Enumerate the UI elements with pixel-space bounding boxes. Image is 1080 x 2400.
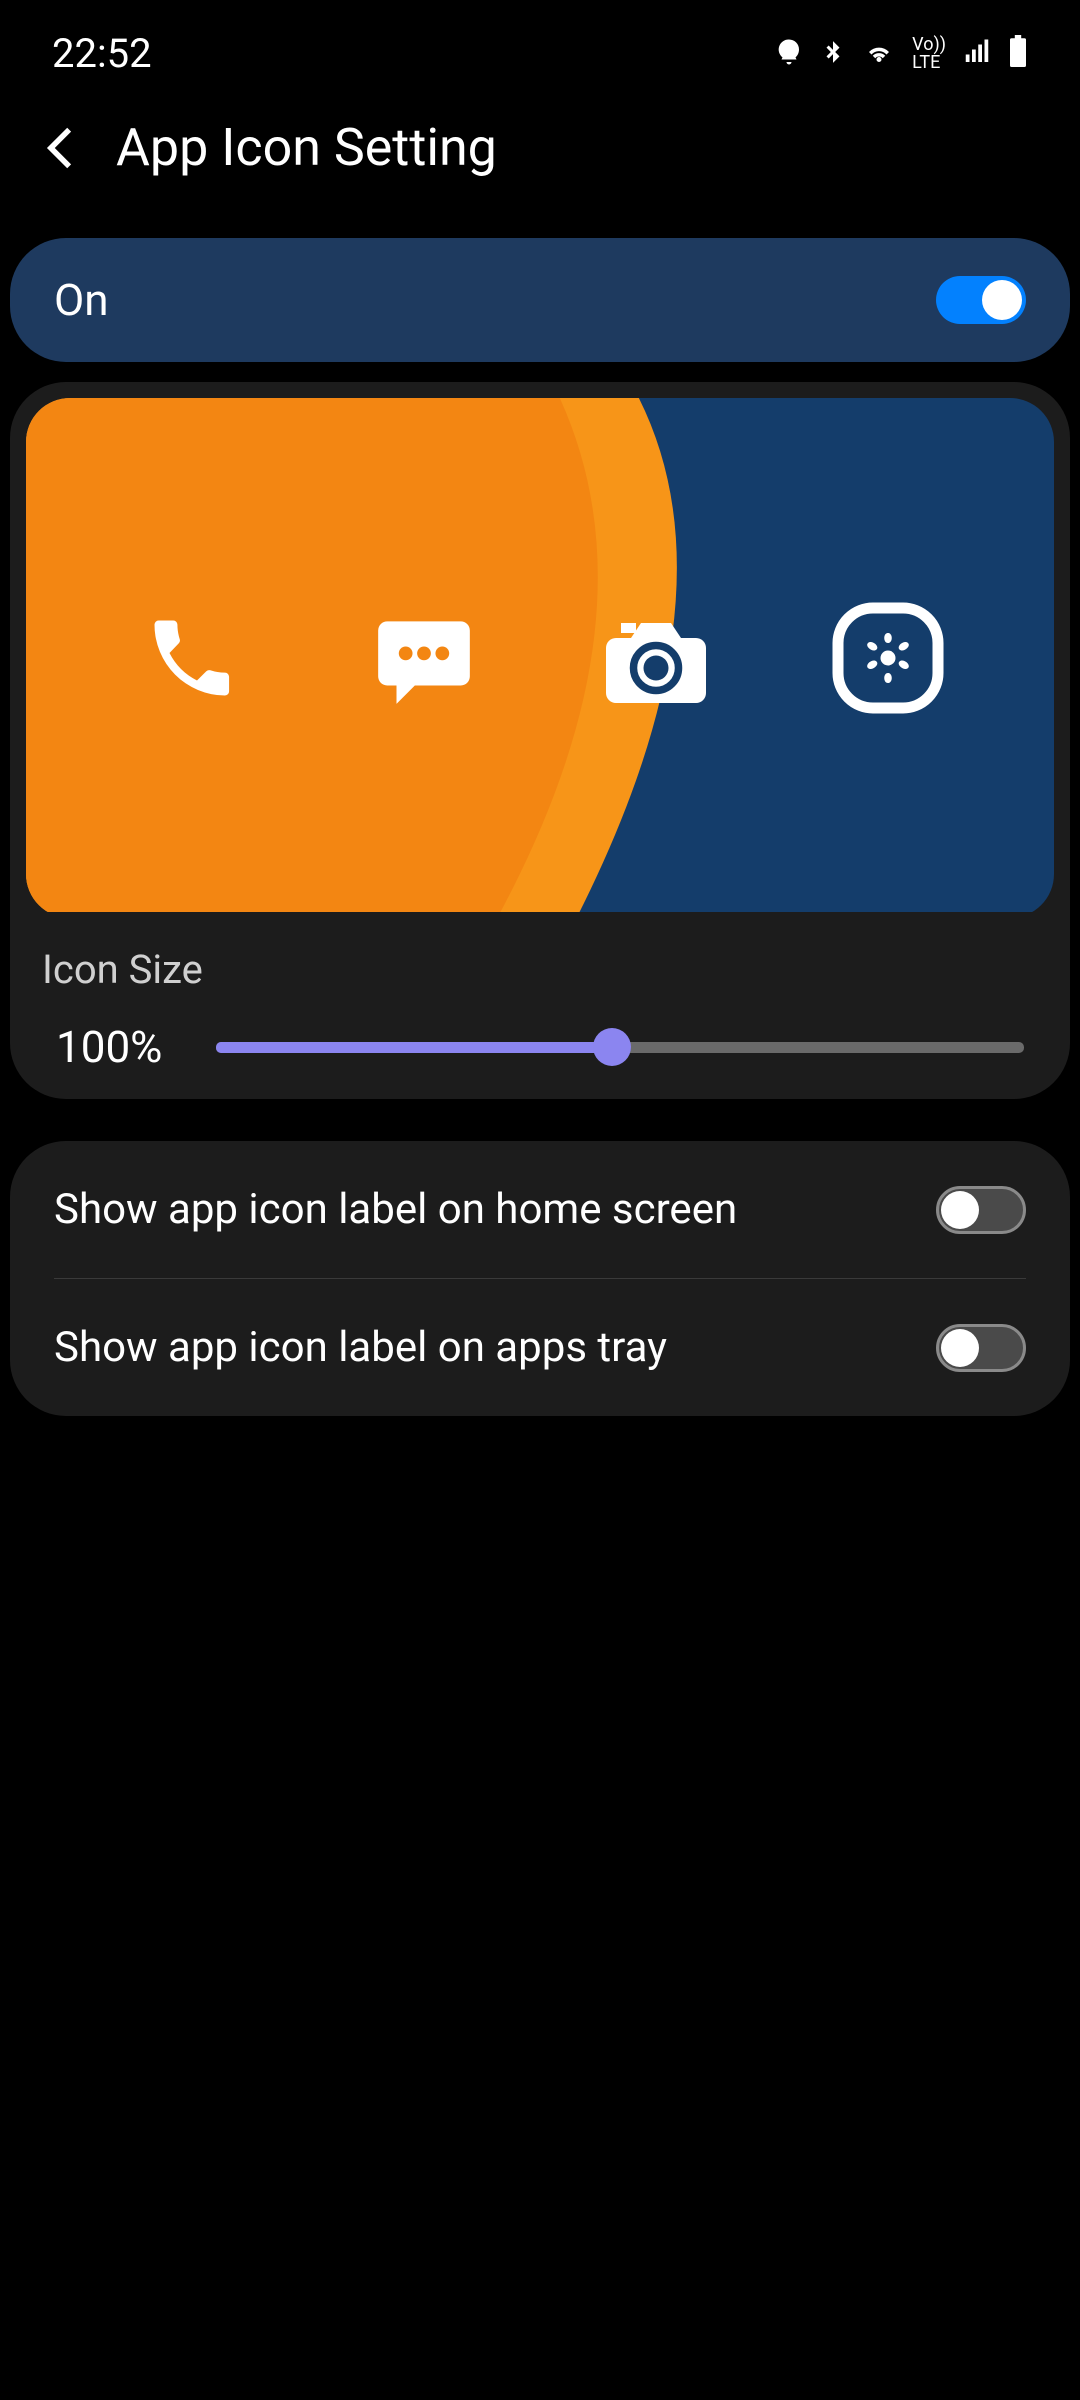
status-bar: 22:52 Vo))LTE bbox=[0, 0, 1080, 97]
camera-icon bbox=[596, 598, 716, 718]
signal-icon bbox=[962, 30, 992, 77]
bluetooth-icon bbox=[820, 30, 846, 77]
icon-size-value: 100% bbox=[56, 1021, 186, 1073]
status-icons: Vo))LTE bbox=[774, 30, 1028, 77]
apps-tray-label-toggle[interactable] bbox=[936, 1324, 1026, 1372]
wifi-icon bbox=[862, 30, 896, 77]
messages-icon bbox=[364, 598, 484, 718]
alarm-icon bbox=[774, 30, 804, 77]
home-screen-label-row[interactable]: Show app icon label on home screen bbox=[10, 1141, 1070, 1278]
volte-icon: Vo))LTE bbox=[912, 36, 946, 72]
icon-size-section: Icon Size 100% bbox=[26, 918, 1054, 1083]
apps-tray-label-row[interactable]: Show app icon label on apps tray bbox=[10, 1279, 1070, 1416]
status-time: 22:52 bbox=[52, 30, 152, 77]
gallery-icon bbox=[828, 598, 948, 718]
home-screen-label-text: Show app icon label on home screen bbox=[54, 1185, 737, 1234]
preview-card: Icon Size 100% bbox=[10, 382, 1070, 1099]
page-title: App Icon Setting bbox=[116, 117, 497, 178]
icon-preview bbox=[26, 398, 1054, 918]
icon-size-slider[interactable] bbox=[216, 1042, 1024, 1053]
home-screen-label-toggle[interactable] bbox=[936, 1186, 1026, 1234]
phone-icon bbox=[132, 598, 252, 718]
icon-size-label: Icon Size bbox=[42, 946, 1038, 993]
header: App Icon Setting bbox=[0, 97, 1080, 218]
settings-card: Show app icon label on home screen Show … bbox=[10, 1141, 1070, 1416]
main-toggle-label: On bbox=[54, 274, 109, 326]
apps-tray-label-text: Show app icon label on apps tray bbox=[54, 1323, 667, 1372]
back-button[interactable] bbox=[40, 128, 80, 168]
battery-icon bbox=[1008, 30, 1028, 77]
chevron-left-icon bbox=[46, 126, 74, 170]
slider-fill bbox=[216, 1042, 612, 1053]
slider-thumb[interactable] bbox=[593, 1028, 631, 1066]
main-toggle-card[interactable]: On bbox=[10, 238, 1070, 362]
main-toggle-switch[interactable] bbox=[936, 276, 1026, 324]
